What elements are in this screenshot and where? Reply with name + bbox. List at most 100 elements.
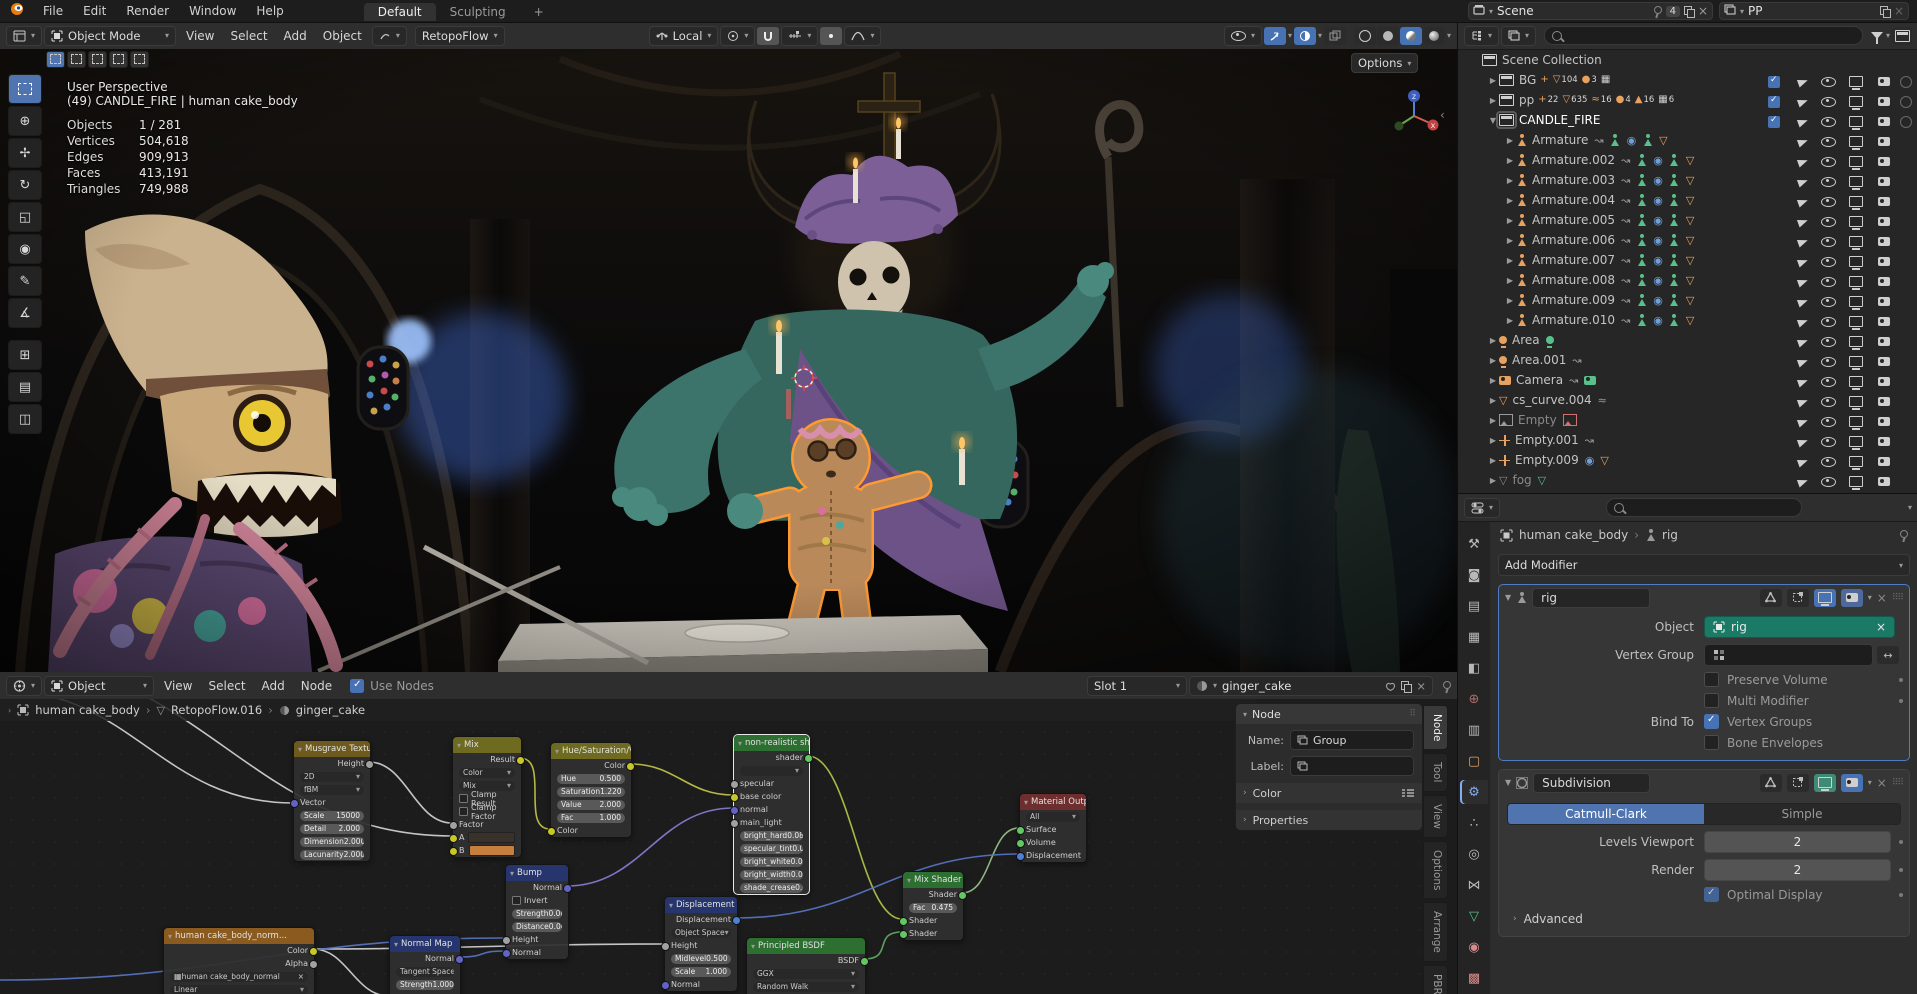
value-strength[interactable]: Strength1.000 <box>396 980 454 990</box>
bind-vertex-groups-checkbox[interactable] <box>1704 714 1719 729</box>
hide-toggle[interactable] <box>1821 114 1836 128</box>
properties-tab-phys[interactable]: ◎ <box>1460 842 1488 866</box>
outliner-row-camera[interactable]: ▶Camera↝ <box>1458 370 1917 390</box>
new-scene-icon[interactable] <box>1684 6 1694 16</box>
render-disable-toggle[interactable] <box>1878 114 1890 128</box>
outliner-row-empty-001[interactable]: ▶Empty.001↝ <box>1458 430 1917 450</box>
selectable-toggle[interactable] <box>1798 154 1808 168</box>
value-hue[interactable]: Hue0.500 <box>557 774 625 784</box>
holdout-toggle[interactable] <box>1900 114 1912 128</box>
pivot-point-dropdown[interactable]: ▾ <box>720 26 755 46</box>
socket-shader[interactable] <box>899 917 908 926</box>
value-detail[interactable]: Detail2.000 <box>300 824 364 834</box>
select-mode-0[interactable] <box>46 51 65 68</box>
hide-toggle[interactable] <box>1821 214 1836 228</box>
outliner-row-armature-004[interactable]: ▶Armature.004↝◉▽ <box>1458 190 1917 210</box>
viewport-disable-toggle[interactable] <box>1849 334 1863 348</box>
material-selector[interactable]: ▾ ginger_cake × <box>1189 676 1433 696</box>
viewport-disable-toggle[interactable] <box>1849 94 1863 108</box>
node-name-field[interactable]: Group <box>1290 730 1414 750</box>
hide-toggle[interactable] <box>1821 414 1836 428</box>
selectable-toggle[interactable] <box>1798 234 1808 248</box>
overlays-toggle[interactable] <box>1294 27 1316 45</box>
socket-main_light[interactable] <box>730 819 739 828</box>
outliner-row-armature-010[interactable]: ▶Armature.010↝◉▽ <box>1458 310 1917 330</box>
properties-tab-tex[interactable]: ▩ <box>1460 966 1488 990</box>
render-disable-toggle[interactable] <box>1878 374 1890 388</box>
tool-cursor[interactable]: ⊕ <box>8 106 42 136</box>
outliner-row-armature[interactable]: ▶Armature↝◉▽ <box>1458 130 1917 150</box>
socket-normal[interactable] <box>563 884 572 893</box>
breadcrumb-object[interactable]: human cake_body <box>35 703 140 717</box>
selectable-toggle[interactable] <box>1798 74 1808 88</box>
editor-type-button[interactable]: ▾ <box>6 26 42 46</box>
level-value-field[interactable]: 2 <box>1704 859 1891 881</box>
gizmos-toggle[interactable] <box>1264 27 1286 45</box>
properties-tab-scene[interactable]: ◧ <box>1460 656 1488 680</box>
render-display-toggle[interactable] <box>1841 774 1863 792</box>
3d-viewport[interactable]: ▾ Object Mode▾ ViewSelectAddObject ▾ Ret… <box>0 22 1457 672</box>
socket-displacement[interactable] <box>1016 852 1025 861</box>
color-section-header[interactable]: ›Color <box>1236 783 1422 803</box>
hide-toggle[interactable] <box>1821 334 1836 348</box>
menu-linear[interactable]: Linear▾ <box>170 985 308 994</box>
menu-options[interactable]: ▾ <box>740 766 803 776</box>
gizmos-dropdown[interactable]: ▾ <box>1288 31 1292 40</box>
tool-move[interactable]: ✢ <box>8 138 42 168</box>
unlink-material-icon[interactable]: × <box>1416 679 1426 693</box>
value-scale[interactable]: Scale15000 <box>300 811 364 821</box>
outliner-item-name[interactable]: Armature <box>1532 133 1588 147</box>
overlays-dropdown[interactable]: ▾ <box>1318 31 1322 40</box>
render-disable-toggle[interactable] <box>1878 174 1890 188</box>
workspace-tab-default[interactable]: Default <box>364 3 436 21</box>
properties-editor-type-button[interactable]: ▾ <box>1464 498 1500 518</box>
outliner-row-area-001[interactable]: ▶Area.001↝ <box>1458 350 1917 370</box>
socket-color[interactable] <box>547 827 556 836</box>
hide-toggle[interactable] <box>1821 74 1836 88</box>
value-shade_crease[interactable]: shade_crease0.031 <box>740 883 803 893</box>
hide-toggle[interactable] <box>1821 354 1836 368</box>
render-disable-toggle[interactable] <box>1878 134 1890 148</box>
delete-modifier-icon[interactable]: × <box>1877 591 1887 605</box>
vertex-group-field[interactable] <box>1704 644 1873 666</box>
render-disable-toggle[interactable] <box>1878 214 1890 228</box>
optimal-display-checkbox[interactable] <box>1704 887 1719 902</box>
socket-volume[interactable] <box>1016 839 1025 848</box>
selectable-toggle[interactable] <box>1798 394 1808 408</box>
selectable-toggle[interactable] <box>1798 134 1808 148</box>
selectable-toggle[interactable] <box>1798 274 1808 288</box>
invert-vertex-group-icon[interactable]: ↔ <box>1877 646 1899 664</box>
exclude-checkbox[interactable] <box>1768 94 1780 108</box>
shader-tab-pbr-ma[interactable]: PBR Ma <box>1423 965 1448 994</box>
outliner-row-armature-002[interactable]: ▶Armature.002↝◉▽ <box>1458 150 1917 170</box>
snap-to-dropdown[interactable]: ▾ <box>781 26 818 46</box>
outliner-item-name[interactable]: Armature.002 <box>1532 153 1615 167</box>
selectable-toggle[interactable] <box>1798 214 1808 228</box>
selectable-toggle[interactable] <box>1798 314 1808 328</box>
expand-icon[interactable]: ▼ <box>1505 593 1511 602</box>
exclude-checkbox[interactable] <box>1768 74 1780 88</box>
use-nodes-toggle[interactable]: Use Nodes <box>350 679 434 693</box>
tool-add-cube[interactable]: ⊞ <box>8 340 42 370</box>
properties-tab-output[interactable]: ▤ <box>1460 594 1488 618</box>
hide-toggle[interactable] <box>1821 254 1836 268</box>
viewport-disable-toggle[interactable] <box>1849 174 1863 188</box>
outliner-item-name[interactable]: Armature.007 <box>1532 253 1615 267</box>
hide-toggle[interactable] <box>1821 474 1836 488</box>
advanced-section-toggle[interactable]: ›Advanced <box>1513 912 1909 926</box>
viewport-disable-toggle[interactable] <box>1849 134 1863 148</box>
properties-tab-render[interactable]: ◙ <box>1460 563 1488 587</box>
pin-material-icon[interactable] <box>1441 681 1451 691</box>
outliner-row-pp[interactable]: ▶pp+22▽635≈16●4▲16▦6 <box>1458 90 1917 110</box>
render-disable-toggle[interactable] <box>1878 154 1890 168</box>
selectable-toggle[interactable] <box>1798 434 1808 448</box>
falloff-dropdown[interactable]: ▾ <box>844 26 881 46</box>
properties-options-dropdown[interactable]: ▾ <box>1908 503 1912 512</box>
realtime-display-toggle[interactable] <box>1814 589 1836 607</box>
viewport-menu-select[interactable]: Select <box>223 29 276 43</box>
select-mode-1[interactable] <box>67 51 86 68</box>
hide-toggle[interactable] <box>1821 154 1836 168</box>
viewport-disable-toggle[interactable] <box>1849 154 1863 168</box>
outliner-row-armature-005[interactable]: ▶Armature.005↝◉▽ <box>1458 210 1917 230</box>
node-non-realistic-shad-[interactable]: ▾non-realistic shad...shader▾specularbas… <box>733 734 810 895</box>
